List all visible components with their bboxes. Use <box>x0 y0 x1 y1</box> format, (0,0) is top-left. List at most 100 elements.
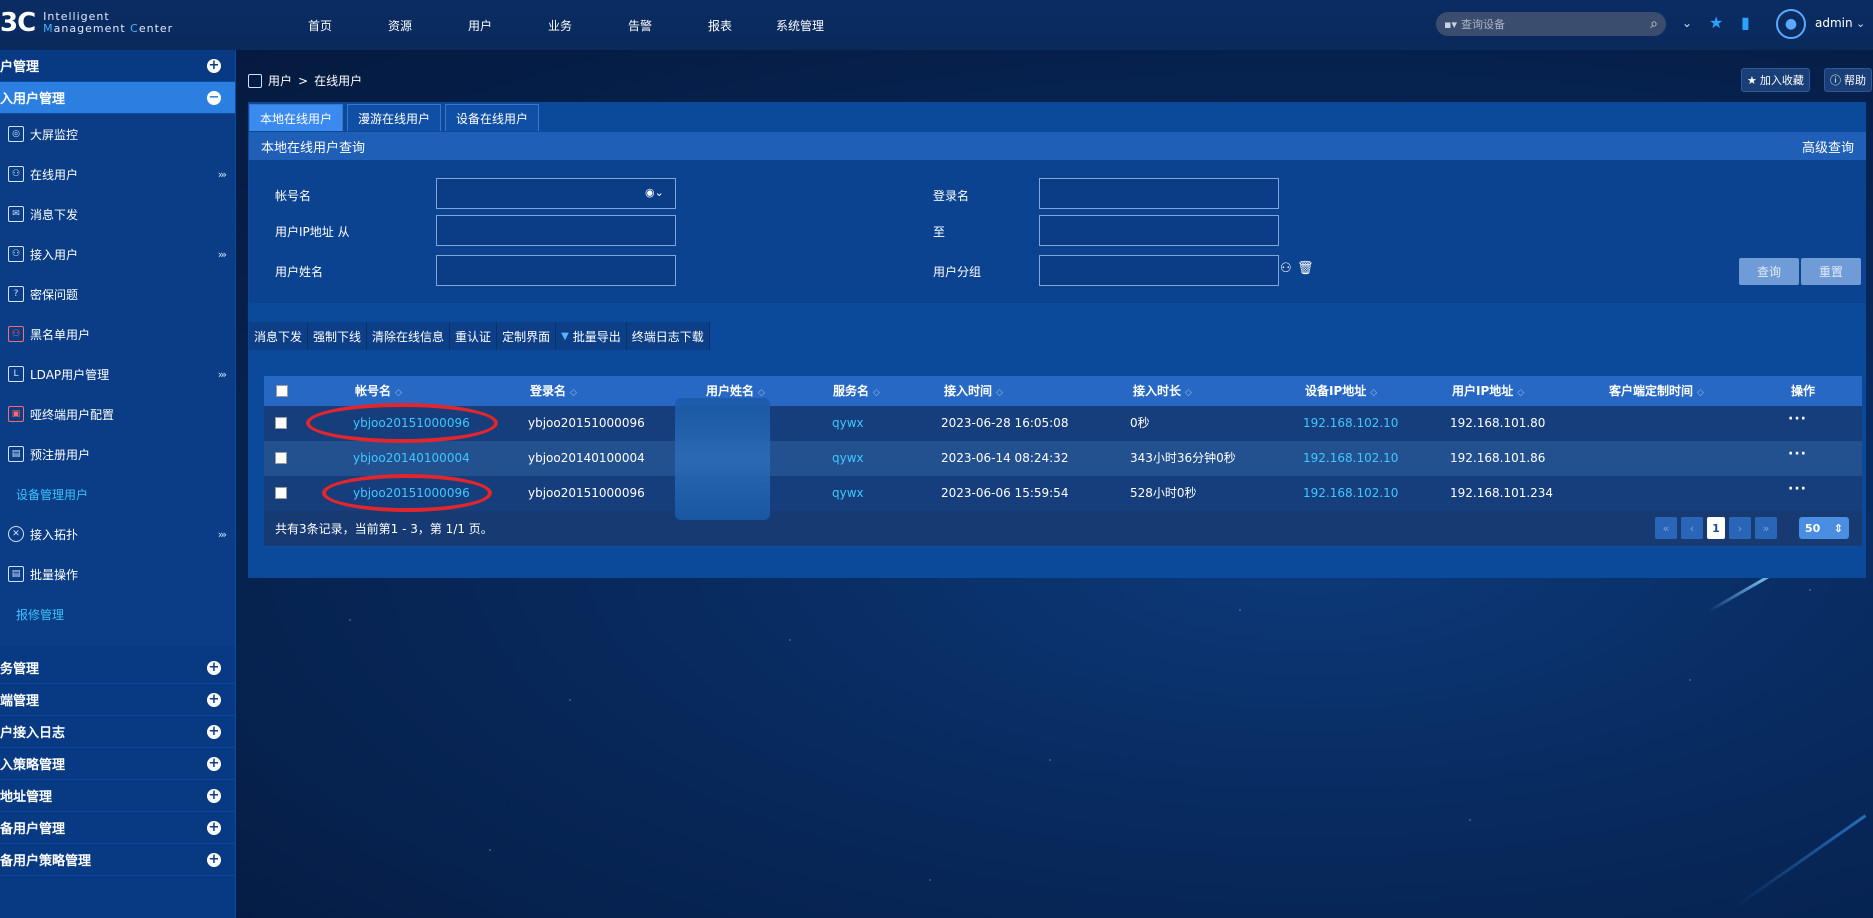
ip-from-input[interactable] <box>436 215 676 246</box>
sidebar-item-message[interactable]: ✉ 消息下发 <box>0 194 235 234</box>
clear-online-info-button[interactable]: 清除在线信息 <box>367 322 451 350</box>
search-icon[interactable]: ⌕ <box>1650 16 1658 32</box>
service-link[interactable]: qywx <box>832 406 864 441</box>
device-ip-link[interactable]: 192.168.102.10 <box>1303 406 1398 441</box>
avatar-icon[interactable]: ● <box>1776 9 1806 39</box>
reset-button[interactable]: 重置 <box>1801 258 1861 285</box>
sidebar-section-terminal[interactable]: 端管理 + <box>0 684 235 716</box>
trash-icon[interactable]: 🗑 <box>1297 261 1314 276</box>
user-name[interactable]: admin <box>1815 16 1853 30</box>
table-row[interactable]: ybjoo20151000096 ybjoo20151000096 qywx 2… <box>264 476 1862 511</box>
sidebar-item-ldap[interactable]: L LDAP用户管理 ››› <box>0 354 235 394</box>
plus-icon[interactable]: + <box>207 660 221 675</box>
star-icon[interactable]: ★ <box>1709 13 1723 32</box>
advanced-query-link[interactable]: 高级查询 <box>1802 137 1854 156</box>
plus-icon[interactable]: + <box>207 788 221 803</box>
more-actions-icon[interactable]: ··· <box>1788 406 1807 441</box>
sidebar-item-dumb-terminal[interactable]: ▣ 哑终端用户配置 <box>0 394 235 434</box>
nav-report[interactable]: 报表 <box>680 17 760 34</box>
search-type-icon[interactable]: ▪▾ <box>1444 18 1457 31</box>
page-size-select[interactable]: 50 ⇕ <box>1799 517 1849 539</box>
account-input[interactable] <box>436 178 676 209</box>
tab-roaming-online[interactable]: 漫游在线用户 <box>347 104 442 131</box>
account-link[interactable]: ybjoo20151000096 <box>353 476 470 511</box>
sidebar-section-service[interactable]: 务管理 + <box>0 652 235 684</box>
sidebar-item-blacklist[interactable]: ⚇ 黑名单用户 <box>0 314 235 354</box>
prev-page-button[interactable]: ‹ <box>1681 517 1703 539</box>
sidebar-section-user-mgmt[interactable]: 户管理 + <box>0 50 235 82</box>
breadcrumb-root[interactable]: 用户 <box>268 72 292 89</box>
table-row[interactable]: ybjoo20140100004 ybjoo20140100004 qywx 2… <box>264 441 1862 476</box>
device-ip-link[interactable]: 192.168.102.10 <box>1303 476 1398 511</box>
plus-icon[interactable]: + <box>207 724 221 739</box>
nav-user[interactable]: 用户 <box>440 17 520 34</box>
sidebar-item-big-screen[interactable]: ◎ 大屏监控 <box>0 114 235 154</box>
sidebar-item-topology[interactable]: ✕ 接入拓扑 ››› <box>0 514 235 554</box>
next-page-button[interactable]: › <box>1729 517 1751 539</box>
bookmark-icon[interactable]: ▮ <box>1741 13 1750 32</box>
more-actions-icon[interactable]: ··· <box>1788 441 1807 476</box>
row-checkbox[interactable] <box>275 452 287 464</box>
help-button[interactable]: ⓘ 帮助 <box>1824 68 1872 92</box>
group-input[interactable] <box>1039 255 1279 286</box>
service-link[interactable]: qywx <box>832 441 864 476</box>
user-select-icon[interactable]: ◉⌄ <box>645 186 664 199</box>
col-duration[interactable]: 接入时长 ◇ <box>1133 376 1192 406</box>
sidebar-item-repair[interactable]: 报修管理 <box>0 594 235 634</box>
select-all-checkbox[interactable] <box>276 385 288 397</box>
tab-local-online[interactable]: 本地在线用户 <box>249 104 344 131</box>
last-page-button[interactable]: » <box>1755 517 1777 539</box>
sidebar-item-security-question[interactable]: ? 密保问题 <box>0 274 235 314</box>
expand-arrow-icon[interactable]: ››› <box>218 528 227 541</box>
col-user-ip[interactable]: 用户IP地址 ◇ <box>1452 376 1524 406</box>
sidebar-item-device-mgmt-user[interactable]: 设备管理用户 <box>0 474 235 514</box>
tab-device-online[interactable]: 设备在线用户 <box>445 104 540 131</box>
minus-icon[interactable]: − <box>207 90 221 105</box>
col-access-time[interactable]: 接入时间 ◇ <box>944 376 1003 406</box>
first-page-button[interactable]: « <box>1655 517 1677 539</box>
account-link[interactable]: ybjoo20151000096 <box>353 406 470 441</box>
expand-icon[interactable]: ⌄ <box>1682 16 1692 30</box>
table-row[interactable]: ybjoo20151000096 ybjoo20151000096 qywx 2… <box>264 406 1862 441</box>
search-button[interactable]: 查询 <box>1739 258 1799 285</box>
expand-arrow-icon[interactable]: ››› <box>218 248 227 261</box>
row-checkbox[interactable] <box>275 487 287 499</box>
add-favorite-button[interactable]: ★ 加入收藏 <box>1741 68 1810 92</box>
plus-icon[interactable]: + <box>207 58 221 73</box>
account-link[interactable]: ybjoo20140100004 <box>353 441 470 476</box>
sidebar-item-access-user[interactable]: ⚇ 接入用户 ››› <box>0 234 235 274</box>
device-ip-link[interactable]: 192.168.102.10 <box>1303 441 1398 476</box>
col-login[interactable]: 登录名 ◇ <box>530 376 577 406</box>
force-offline-button[interactable]: 强制下线 <box>308 322 368 350</box>
sidebar-section-access-policy[interactable]: 入策略管理 + <box>0 748 235 780</box>
expand-arrow-icon[interactable]: ››› <box>218 368 227 381</box>
page-1-button[interactable]: 1 <box>1707 517 1725 539</box>
nav-resource[interactable]: 资源 <box>360 17 440 34</box>
chevron-down-icon[interactable]: ⌄ <box>1856 17 1865 30</box>
terminal-log-download-button[interactable]: 终端日志下载 <box>627 322 710 350</box>
col-client-time[interactable]: 客户端定制时间 ◇ <box>1609 376 1704 406</box>
sidebar-section-address[interactable]: 地址管理 + <box>0 780 235 812</box>
name-input[interactable] <box>436 255 676 286</box>
plus-icon[interactable]: + <box>207 852 221 867</box>
customize-view-button[interactable]: 定制界面 <box>497 322 557 350</box>
sidebar-item-online-user[interactable]: ⚇ 在线用户 ››› <box>0 154 235 194</box>
plus-icon[interactable]: + <box>207 756 221 771</box>
row-checkbox[interactable] <box>275 417 287 429</box>
sidebar-section-access-user-mgmt[interactable]: 入用户管理 − <box>0 82 235 114</box>
send-message-button[interactable]: 消息下发 <box>249 322 309 350</box>
expand-arrow-icon[interactable]: ››› <box>218 168 227 181</box>
more-actions-icon[interactable]: ··· <box>1788 476 1807 511</box>
sidebar-item-batch[interactable]: ▤ 批量操作 <box>0 554 235 594</box>
plus-icon[interactable]: + <box>207 820 221 835</box>
nav-home[interactable]: 首页 <box>280 17 360 34</box>
col-account[interactable]: 帐号名 ◇ <box>355 376 402 406</box>
sidebar-item-preregister[interactable]: ▤ 预注册用户 <box>0 434 235 474</box>
nav-service[interactable]: 业务 <box>520 17 600 34</box>
ip-to-input[interactable] <box>1039 215 1279 246</box>
plus-icon[interactable]: + <box>207 692 221 707</box>
col-device-ip[interactable]: 设备IP地址 ◇ <box>1305 376 1377 406</box>
nav-system[interactable]: 系统管理 <box>760 17 840 34</box>
sidebar-section-device-user[interactable]: 备用户管理 + <box>0 812 235 844</box>
reauth-button[interactable]: 重认证 <box>450 322 498 350</box>
